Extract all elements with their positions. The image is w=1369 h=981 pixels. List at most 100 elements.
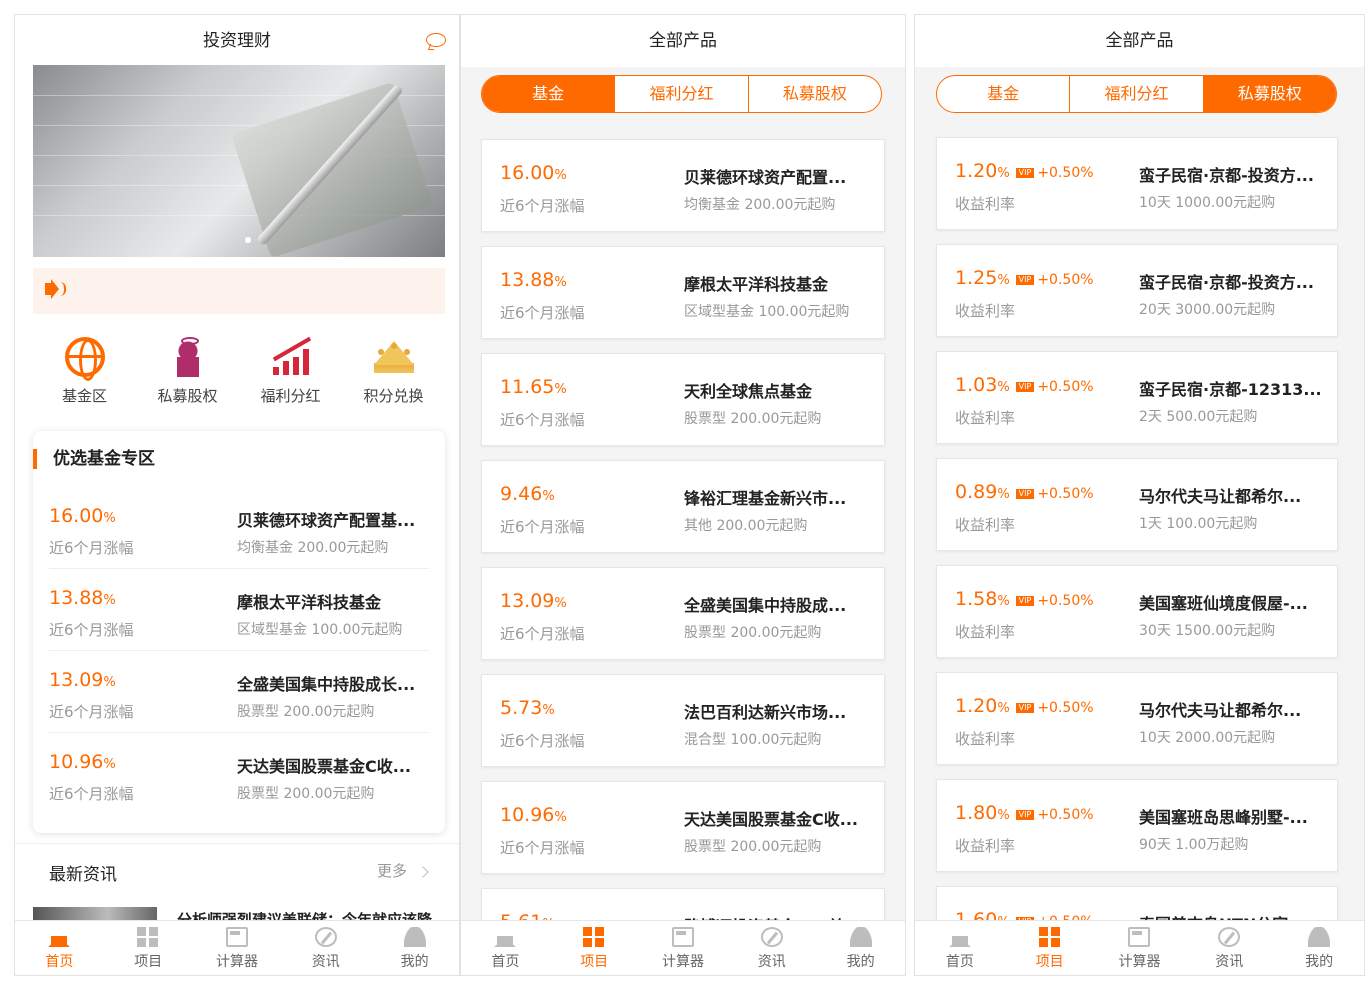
product-card[interactable]: 10.96% 近6个月涨幅 天达美国股票基金C收... 股票型 200.00元起购 [481, 781, 885, 874]
product-card[interactable]: 11.65% 近6个月涨幅 天利全球焦点基金 股票型 200.00元起购 [481, 353, 885, 446]
globe-icon [64, 337, 105, 381]
fund-name: 全盛美国集中持股成长... [237, 675, 416, 694]
rate-label: 近6个月涨幅 [500, 304, 585, 322]
product-card[interactable]: 16.00% 近6个月涨幅 贝莱德环球资产配置... 均衡基金 200.00元起购 [481, 139, 885, 232]
vip-badge: VIP [1015, 489, 1035, 499]
rate-label: 近6个月涨幅 [500, 839, 585, 857]
product-desc: 1天 100.00元起购 [1139, 516, 1258, 532]
carousel-dot[interactable] [245, 237, 251, 243]
home-icon [948, 927, 971, 947]
rate-unit: % [554, 382, 567, 397]
category-private-equity[interactable]: 私募股权 [136, 335, 239, 415]
fund-rate-label: 近6个月涨幅 [49, 621, 134, 639]
compass-icon [760, 927, 783, 947]
tab-mine[interactable]: 我的 [1274, 921, 1364, 975]
bonus-rate: +0.50% [1037, 486, 1094, 502]
product-desc: 2天 500.00元起购 [1139, 409, 1258, 425]
rate-label: 收益利率 [955, 623, 1016, 641]
rate-value: 11.65% [500, 376, 567, 398]
product-card[interactable]: 1.80% VIP +0.50% 收益利率 美国塞班岛思峰别墅-... 90天 1.00万… [936, 779, 1338, 872]
calculator-icon [671, 927, 694, 947]
rate-number: 16.00 [500, 162, 555, 184]
product-card[interactable]: 0.89% VIP +0.50% 收益利率 马尔代夫马让都希尔... 1天 100.00元… [936, 458, 1338, 551]
panel-title: 优选基金专区 [33, 431, 445, 487]
tab-dividend[interactable]: 福利分红 [615, 76, 749, 112]
tab-home[interactable]: 首页 [461, 921, 550, 975]
fund-row[interactable]: 16.00% 近6个月涨幅 贝莱德环球资产配置基... 均衡基金 200.00元… [49, 487, 429, 569]
tab-news[interactable]: 资讯 [281, 921, 370, 975]
tab-home[interactable]: 首页 [915, 921, 1005, 975]
rate-number: 1.80 [955, 802, 998, 824]
user-icon [403, 927, 426, 947]
product-card[interactable]: 9.46% 近6个月涨幅 锋裕汇理基金新兴市... 其他 200.00元起购 [481, 460, 885, 553]
rate-unit: % [997, 487, 1010, 502]
product-card[interactable]: 5.73% 近6个月涨幅 法巴百利达新兴市场... 混合型 100.00元起购 [481, 674, 885, 767]
message-icon[interactable] [426, 33, 446, 47]
tab-projects[interactable]: 项目 [550, 921, 639, 975]
rate-number: 0.89 [955, 481, 998, 503]
tab-calculator[interactable]: 计算器 [193, 921, 282, 975]
tab-home[interactable]: 首页 [15, 921, 104, 975]
rate-unit: % [997, 594, 1010, 609]
category-points[interactable]: 积分兑换 [342, 335, 445, 415]
product-card[interactable]: 1.03% VIP +0.50% 收益利率 蛮子民宿·京都-12313... 2天 500… [936, 351, 1338, 444]
tab-private-equity[interactable]: 私募股权 [749, 76, 881, 112]
rate-label: 收益利率 [955, 730, 1016, 748]
rate-number: 1.20 [955, 160, 998, 182]
tab-fund[interactable]: 基金 [482, 76, 616, 112]
tab-dividend[interactable]: 福利分红 [1070, 76, 1204, 112]
tab-private-equity[interactable]: 私募股权 [1203, 76, 1336, 112]
product-list: 16.00% 近6个月涨幅 贝莱德环球资产配置... 均衡基金 200.00元起购 13… [481, 139, 885, 975]
fund-row[interactable]: 10.96% 近6个月涨幅 天达美国股票基金C收... 股票型 200.00元起… [49, 733, 429, 815]
rate-label: 收益利率 [955, 837, 1016, 855]
product-name: 美国塞班仙境度假屋-... [1139, 594, 1308, 613]
tab-news[interactable]: 资讯 [1184, 921, 1274, 975]
product-card[interactable]: 1.58% VIP +0.50% 收益利率 美国塞班仙境度假屋-... 30天 1500.… [936, 565, 1338, 658]
fund-desc: 区域型基金 100.00元起购 [237, 622, 403, 638]
home-icon [494, 927, 517, 947]
rate-value: 1.58% VIP +0.50% [955, 588, 1094, 610]
product-card[interactable]: 13.88% 近6个月涨幅 摩根太平洋科技基金 区域型基金 100.00元起购 [481, 246, 885, 339]
rate-label: 收益利率 [955, 516, 1016, 534]
compass-icon [1218, 927, 1241, 947]
rate-value: 1.25% VIP +0.50% [955, 267, 1094, 289]
rate-unit: % [997, 701, 1010, 716]
rate-label: 收益利率 [955, 302, 1016, 320]
fund-rate: 13.09 [49, 669, 104, 691]
notice-bar[interactable] [33, 268, 445, 314]
rate-number: 13.88 [500, 269, 555, 291]
tab-calculator[interactable]: 计算器 [639, 921, 728, 975]
banner-carousel[interactable] [33, 65, 445, 257]
product-card[interactable]: 13.09% 近6个月涨幅 全盛美国集中持股成... 股票型 200.00元起购 [481, 567, 885, 660]
fund-rate: 10.96 [49, 751, 104, 773]
product-desc: 股票型 200.00元起购 [684, 625, 822, 641]
fund-row[interactable]: 13.09% 近6个月涨幅 全盛美国集中持股成长... 股票型 200.00元起… [49, 651, 429, 733]
bonus-rate: +0.50% [1037, 593, 1094, 609]
rate-label: 近6个月涨幅 [500, 197, 585, 215]
tab-mine[interactable]: 我的 [370, 921, 459, 975]
product-card[interactable]: 1.20% VIP +0.50% 收益利率 马尔代夫马让都希尔... 10天 2000.0… [936, 672, 1338, 765]
product-name: 马尔代夫马让都希尔... [1139, 701, 1302, 720]
rate-value: 1.20% VIP +0.50% [955, 160, 1094, 182]
tab-calculator[interactable]: 计算器 [1095, 921, 1185, 975]
news-more-link[interactable]: 更多 [377, 860, 427, 881]
tab-mine[interactable]: 我的 [816, 921, 905, 975]
product-desc: 30天 1500.00元起购 [1139, 623, 1276, 639]
product-card[interactable]: 1.20% VIP +0.50% 收益利率 蛮子民宿·京都-投资方... 10天 1000… [936, 137, 1338, 230]
product-desc: 20天 3000.00元起购 [1139, 302, 1276, 318]
product-card[interactable]: 1.25% VIP +0.50% 收益利率 蛮子民宿·京都-投资方... 20天 3000… [936, 244, 1338, 337]
category-fund[interactable]: 基金区 [33, 335, 136, 415]
fund-rate-label: 近6个月涨幅 [49, 785, 134, 803]
product-list: 1.20% VIP +0.50% 收益利率 蛮子民宿·京都-投资方... 10天 1000… [936, 137, 1338, 975]
tab-projects[interactable]: 项目 [104, 921, 193, 975]
rate-label: 近6个月涨幅 [500, 732, 585, 750]
rate-value: 1.20% VIP +0.50% [955, 695, 1094, 717]
fund-row[interactable]: 13.88% 近6个月涨幅 摩根太平洋科技基金 区域型基金 100.00元起购 [49, 569, 429, 651]
tab-projects[interactable]: 项目 [1005, 921, 1095, 975]
category-dividend[interactable]: 福利分红 [239, 335, 342, 415]
tab-fund[interactable]: 基金 [937, 76, 1071, 112]
tab-news[interactable]: 资讯 [727, 921, 816, 975]
user-icon [1308, 927, 1331, 947]
crown-icon [373, 337, 414, 377]
product-desc: 股票型 200.00元起购 [684, 839, 822, 855]
